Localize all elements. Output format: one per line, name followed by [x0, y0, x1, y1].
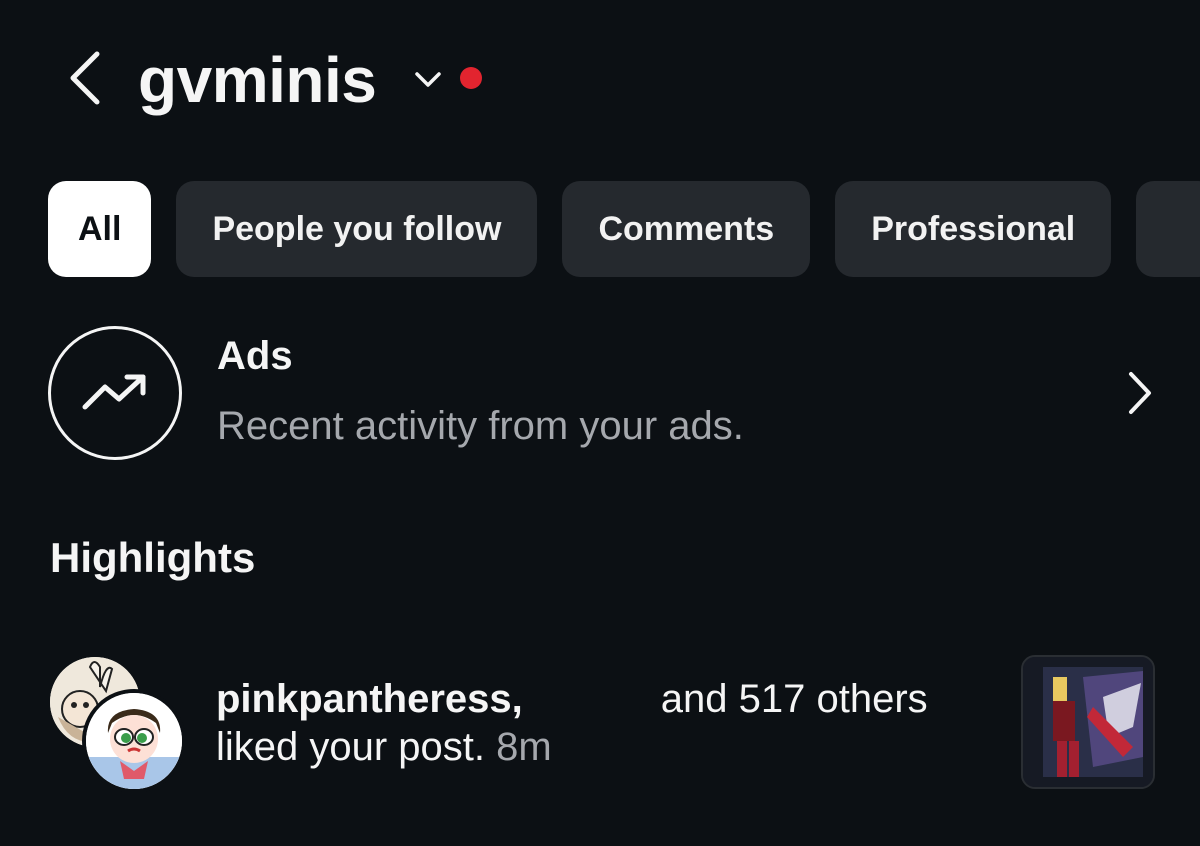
chevron-down-icon: [415, 72, 441, 87]
ads-title: Ads: [217, 334, 293, 378]
account-switcher-button[interactable]: [410, 64, 446, 94]
ads-icon-circle: [48, 326, 182, 460]
notification-text-line2: liked your post. 8m: [216, 725, 552, 770]
chevron-right-icon: [1129, 372, 1151, 414]
filter-people-you-follow[interactable]: People you follow: [176, 181, 538, 277]
filter-chips: All People you follow Comments Professio…: [48, 181, 1200, 277]
ads-chevron-button[interactable]: [1120, 366, 1160, 420]
notification-username[interactable]: pinkpantheress,: [216, 677, 523, 721]
notification-action: liked your post.: [216, 725, 486, 769]
notification-time: 8m: [496, 725, 552, 769]
notification-dot: [460, 67, 482, 89]
filter-comments[interactable]: Comments: [562, 181, 811, 277]
avatar[interactable]: [82, 689, 186, 793]
activity-screen: gvminis All People you follow Comments P…: [0, 0, 1200, 846]
post-thumbnail[interactable]: [1021, 655, 1155, 789]
avatar-image: [86, 693, 182, 789]
post-image: [1023, 657, 1153, 787]
filter-more[interactable]: [1136, 181, 1200, 277]
ads-subtitle: Recent activity from your ads.: [217, 404, 744, 448]
notification-text-line1: pinkpantheress, and 517 others: [216, 677, 928, 722]
filter-all[interactable]: All: [48, 181, 152, 277]
account-name[interactable]: gvminis: [138, 40, 377, 120]
notification-row[interactable]: pinkpantheress, and 517 others liked your…: [48, 655, 1158, 793]
back-button[interactable]: [60, 48, 110, 108]
highlights-title: Highlights: [50, 534, 256, 581]
filter-professional[interactable]: Professional: [835, 181, 1112, 277]
chevron-left-icon: [70, 51, 100, 105]
notification-others: and 517 others: [660, 677, 928, 721]
ads-row[interactable]: Ads Recent activity from your ads.: [48, 326, 1168, 460]
trending-up-icon: [82, 374, 146, 410]
